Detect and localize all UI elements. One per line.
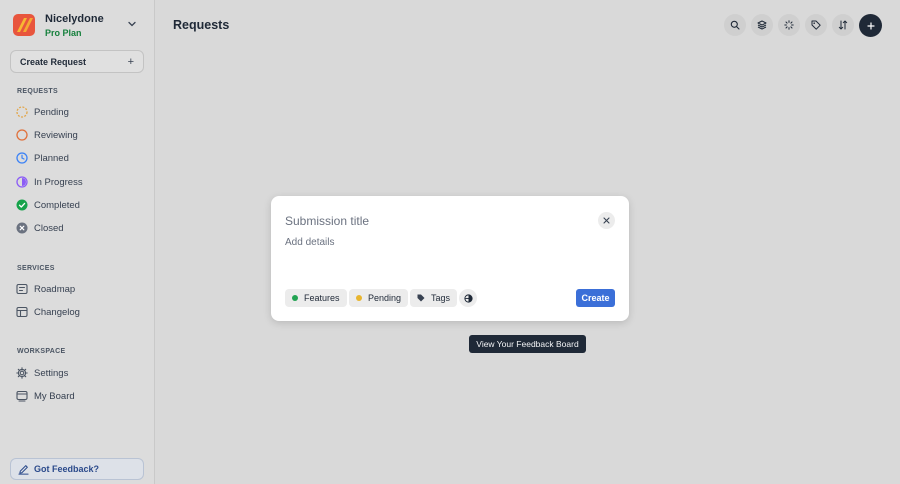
view-board-tooltip: View Your Feedback Board [469,335,586,353]
got-feedback-label: Got Feedback? [34,464,100,474]
sidebar-item-completed[interactable]: Completed [16,197,80,213]
plus-icon [866,21,875,30]
tags-chip-label: Tags [431,293,451,303]
closed-x-icon [16,222,28,234]
settings-gear-icon [16,367,28,379]
sort-button[interactable] [832,14,854,36]
in-progress-status-icon [16,176,28,188]
chevron-down-icon[interactable] [127,19,137,29]
tags-select-chip[interactable]: Tags [410,289,458,307]
pending-status-icon [16,106,28,118]
close-icon [603,217,610,224]
sidebar-item-label: Planned [34,152,69,164]
sidebar: Nicelydone Pro Plan Create Request + REQ… [0,0,155,484]
sidebar-item-label: Pending [34,106,69,118]
sidebar-item-closed[interactable]: Closed [16,220,64,236]
sidebar-item-label: My Board [34,390,75,402]
status-select-chip[interactable]: Pending [349,289,409,307]
sidebar-item-label: Reviewing [34,129,78,141]
sidebar-item-changelog[interactable]: Changelog [16,304,80,320]
completed-check-icon [16,199,28,211]
changelog-icon [16,306,28,318]
roadmap-icon [16,283,28,295]
new-submission-modal: Submission title Add details Features Pe… [271,196,629,321]
sidebar-item-label: Closed [34,222,64,234]
sidebar-item-label: Changelog [34,306,80,318]
contrast-icon [463,293,473,303]
loader-button[interactable] [778,14,800,36]
sidebar-item-label: Completed [34,199,80,211]
create-request-label: Create Request [20,56,87,67]
sidebar-item-planned[interactable]: Planned [16,150,69,166]
create-request-button[interactable]: Create Request + [10,50,144,73]
page-title: Requests [173,18,230,32]
section-label-services: SERVICES [17,265,55,272]
close-button[interactable] [598,212,615,229]
reviewing-status-icon [16,129,28,141]
pencil-icon [18,464,29,475]
sort-icon [838,20,848,30]
yellow-dot-icon [356,295,362,301]
sidebar-item-my-board[interactable]: My Board [16,388,75,404]
plus-icon: + [127,55,134,68]
submission-title-input[interactable]: Submission title [285,214,369,228]
sidebar-item-reviewing[interactable]: Reviewing [16,127,78,143]
board-select-chip[interactable]: Features [285,289,347,307]
board-chip-label: Features [304,293,340,303]
add-button[interactable] [859,14,882,37]
layers-icon [757,20,767,30]
green-dot-icon [292,295,298,301]
sidebar-item-in-progress[interactable]: In Progress [16,174,83,190]
create-button[interactable]: Create [576,289,615,307]
search-icon [730,20,740,30]
board-icon [16,390,28,402]
planned-clock-icon [16,152,28,164]
status-chip-label: Pending [368,293,402,303]
sidebar-item-pending[interactable]: Pending [16,104,69,120]
submission-details-input[interactable]: Add details [285,237,334,248]
sidebar-item-label: Settings [34,367,69,379]
emoji-button[interactable] [459,289,477,307]
loader-icon [784,20,794,30]
sidebar-item-roadmap[interactable]: Roadmap [16,281,75,297]
section-label-requests: REQUESTS [17,88,58,95]
org-switcher[interactable]: Nicelydone Pro Plan [13,10,143,40]
tag-icon [811,20,821,30]
layers-button[interactable] [751,14,773,36]
tag-icon [417,294,425,302]
search-button[interactable] [724,14,746,36]
sidebar-item-settings[interactable]: Settings [16,365,68,381]
sidebar-item-label: In Progress [34,176,83,188]
section-label-workspace: WORKSPACE [17,348,66,355]
sidebar-item-label: Roadmap [34,283,76,295]
org-logo-icon [13,14,35,36]
org-plan: Pro Plan [45,27,82,38]
got-feedback-button[interactable]: Got Feedback? [10,458,144,480]
org-name: Nicelydone [45,12,104,25]
tags-button[interactable] [805,14,827,36]
